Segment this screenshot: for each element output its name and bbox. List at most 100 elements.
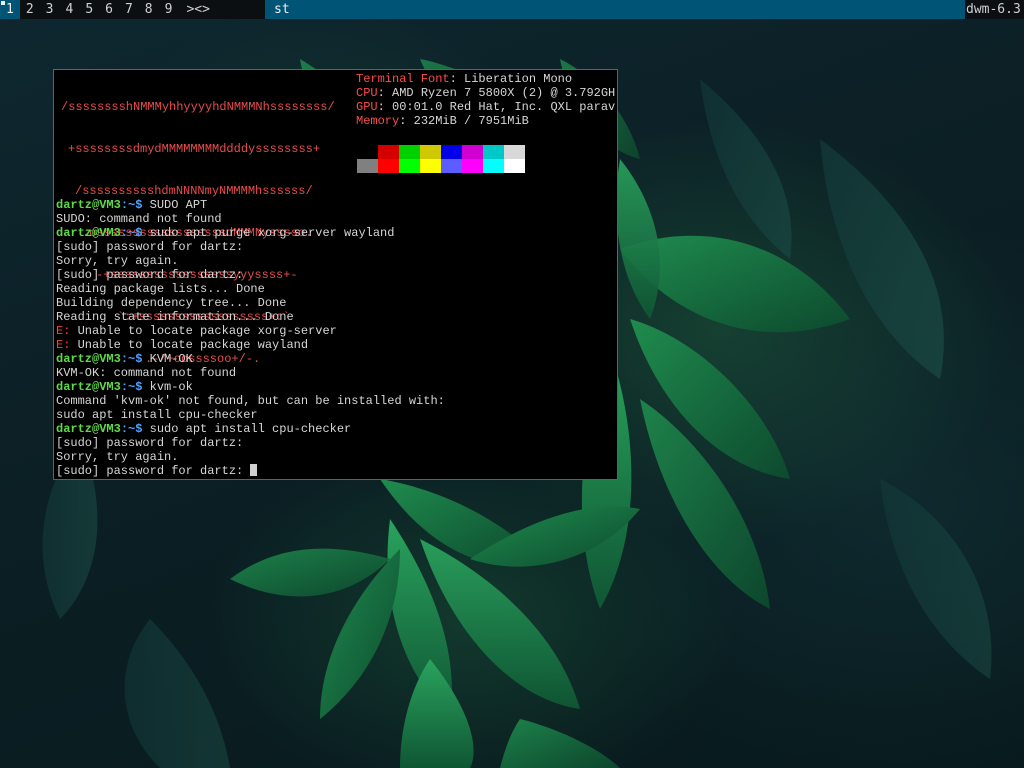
tag-2[interactable]: 2 [20,0,40,19]
dwm-status-bar: 1 2 3 4 5 6 7 8 9 ><> st dwm-6.3 [0,0,1024,19]
info-row: CPU: AMD Ryzen 7 5800X (2) @ 3.792GH [356,86,615,100]
palette-swatch [420,145,441,159]
prompt-user: dartz@VM3 [56,226,121,240]
palette-swatch [399,159,420,173]
output-text: Reading state information... Done [56,310,294,324]
tag-label: 1 [6,2,14,17]
palette-swatch [420,159,441,173]
output-text: Sorry, try again. [56,254,179,268]
output-text: Building dependency tree... Done [56,296,287,310]
command-text: sudo apt purge xorg-server wayland [142,226,395,240]
prompt-user: dartz@VM3 [56,422,121,436]
info-key: CPU [356,86,378,100]
info-value: : 232MiB / 7951MiB [399,114,529,128]
terminal-line: sudo apt install cpu-checker [56,408,445,422]
terminal-output: dartz@VM3:~$ SUDO APT SUDO: command not f… [56,198,445,478]
tag-label: 2 [25,2,34,17]
output-text: Unable to locate package xorg-server [70,324,337,338]
info-value: : AMD Ryzen 7 5800X (2) @ 3.792GH [377,86,616,100]
tag-8[interactable]: 8 [139,0,159,19]
terminal-line: Sorry, try again. [56,254,445,268]
palette-swatch [441,145,462,159]
terminal-window[interactable]: /sssssssshNMMMyhhyyyyhdNMMMNhssssssss/ +… [53,69,618,480]
terminal-line: dartz@VM3:~$ KVM-OK [56,352,445,366]
terminal-line: dartz@VM3:~$ sudo apt purge xorg-server … [56,226,445,240]
layout-symbol[interactable]: ><> [178,0,217,19]
output-text: [sudo] password for dartz: [56,240,244,254]
output-text: sudo apt install cpu-checker [56,408,258,422]
tag-label: 4 [65,2,74,17]
terminal-line: SUDO: command not found [56,212,445,226]
terminal-line: [sudo] password for dartz: [56,464,445,478]
palette-swatch [504,159,525,173]
info-key: Terminal Font [356,72,450,86]
prompt-user: dartz@VM3 [56,380,121,394]
tag-label: 7 [124,2,133,17]
info-row: Terminal Font: Liberation Mono [356,72,615,86]
error-tag: E: [56,338,71,352]
tag-3[interactable]: 3 [40,0,60,19]
command-text: sudo apt install cpu-checker [142,422,352,436]
palette-swatch [504,145,525,159]
terminal-line: E: Unable to locate package wayland [56,338,445,352]
terminal-line: KVM-OK: command not found [56,366,445,380]
window-title[interactable]: st [265,0,965,19]
tag-1[interactable]: 1 [0,0,20,19]
output-text: Unable to locate package wayland [70,338,309,352]
tag-9[interactable]: 9 [159,0,179,19]
command-text: KVM-OK [142,352,193,366]
terminal-line: Reading state information... Done [56,310,445,324]
info-key: Memory [356,114,400,128]
prompt-user: dartz@VM3 [56,198,121,212]
info-row: Memory: 232MiB / 7951MiB [356,114,615,128]
command-text: kvm-ok [142,380,193,394]
info-key: GPU [356,100,378,114]
output-text: Command 'kvm-ok' not found, but can be i… [56,394,445,408]
tag-label: 5 [85,2,94,17]
tag-list: 1 2 3 4 5 6 7 8 9 ><> [0,0,218,19]
palette-swatch [378,145,399,159]
terminal-line: dartz@VM3:~$ SUDO APT [56,198,445,212]
output-text: [sudo] password for dartz: [56,436,244,450]
palette-swatch [483,159,504,173]
logo-line: +ssssssssdmydMMMMMMMMddddyssssssss+ [61,142,335,156]
terminal-line: E: Unable to locate package xorg-server [56,324,445,338]
terminal-line: [sudo] password for dartz: [56,240,445,254]
system-info: Terminal Font: Liberation Mono CPU: AMD R… [356,72,615,128]
tag-label: 6 [105,2,113,17]
logo-line-text: +ssssssssdmydMMMMMMMMddddyssssssss+ [68,142,321,156]
text-cursor [250,464,258,476]
terminal-line: [sudo] password for dartz: [56,436,445,450]
output-text: Sorry, try again. [56,450,179,464]
logo-line: /sssssssssshdmNNNNmyNMMMMhssssss/ [61,184,335,198]
logo-line-text: /sssssssssshdmNNNNmyNMMMMhssssss/ [75,184,313,198]
output-text: [sudo] password for dartz: [56,268,244,282]
palette-swatch [462,159,483,173]
terminal-line: dartz@VM3:~$ kvm-ok [56,380,445,394]
palette-swatch [483,145,504,159]
terminal-line: [sudo] password for dartz: [56,268,445,282]
tag-4[interactable]: 4 [59,0,79,19]
prompt-path: :~$ [120,352,143,366]
terminal-content[interactable]: /sssssssshNMMMyhhyyyyhdNMMMNhssssssss/ +… [56,72,617,479]
prompt-path: :~$ [120,198,143,212]
prompt-path: :~$ [120,380,143,394]
tag-label: 8 [144,2,153,17]
error-tag: E: [56,324,71,338]
status-text: dwm-6.3 [966,2,1021,17]
logo-line-text: /sssssssshNMMMyhhyyyyhdNMMMNhssssssss/ [61,100,335,114]
terminal-line: Command 'kvm-ok' not found, but can be i… [56,394,445,408]
color-palette [357,145,527,173]
tag-5[interactable]: 5 [79,0,99,19]
prompt-path: :~$ [120,226,143,240]
tag-7[interactable]: 7 [119,0,139,19]
palette-swatch [399,145,420,159]
tag-6[interactable]: 6 [99,0,119,19]
prompt-user: dartz@VM3 [56,352,121,366]
terminal-line: dartz@VM3:~$ sudo apt install cpu-checke… [56,422,445,436]
terminal-line: Building dependency tree... Done [56,296,445,310]
palette-swatch [462,145,483,159]
output-text: [sudo] password for dartz: [56,464,251,478]
tag-label: 9 [164,2,173,17]
tag-label: 3 [45,2,54,17]
